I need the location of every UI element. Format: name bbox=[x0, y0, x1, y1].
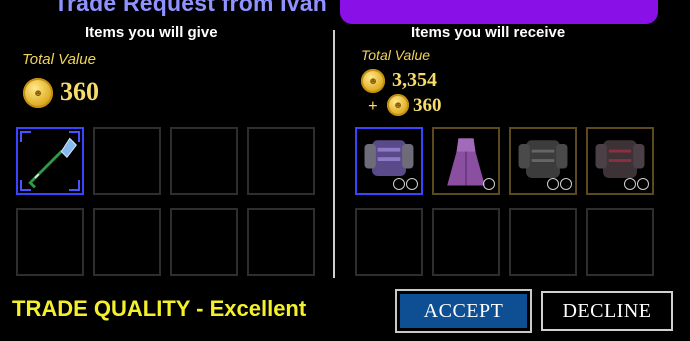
receive-total-label: Total Value bbox=[361, 47, 431, 63]
give-slot-3[interactable] bbox=[170, 127, 238, 195]
give-slot-6[interactable] bbox=[93, 208, 161, 276]
give-heading: Items you will give bbox=[85, 24, 218, 41]
give-slot-4[interactable] bbox=[247, 127, 315, 195]
receive-slot-4[interactable] bbox=[586, 127, 654, 195]
plus-sign: + bbox=[368, 96, 378, 115]
gold-coin-icon bbox=[361, 69, 385, 93]
receive-slot-5[interactable] bbox=[355, 208, 423, 276]
trade-quality: TRADE QUALITY - Excellent bbox=[12, 296, 307, 321]
receive-slot-3[interactable] bbox=[509, 127, 577, 195]
give-slot-1[interactable] bbox=[16, 127, 84, 195]
receive-slot-2[interactable] bbox=[432, 127, 500, 195]
gold-coin-icon bbox=[23, 78, 53, 108]
decline-button[interactable]: DECLINE bbox=[541, 291, 673, 331]
give-slot-7[interactable] bbox=[170, 208, 238, 276]
rarity-rings-icon bbox=[624, 178, 649, 190]
give-slot-2[interactable] bbox=[93, 127, 161, 195]
gold-coin-icon bbox=[387, 94, 409, 116]
rarity-rings-icon bbox=[547, 178, 572, 190]
receive-item-value: 3,354 bbox=[392, 69, 437, 91]
receive-slot-6[interactable] bbox=[432, 208, 500, 276]
give-total-label: Total Value bbox=[22, 51, 96, 68]
receive-coin-value: 360 bbox=[413, 95, 442, 116]
shovel-icon bbox=[28, 137, 77, 189]
receive-heading: Items you will receive bbox=[411, 24, 566, 41]
redacted-bar bbox=[340, 0, 658, 24]
trade-title: Trade Request from Ivan bbox=[54, 0, 328, 16]
give-slot-5[interactable] bbox=[16, 208, 84, 276]
receive-slot-8[interactable] bbox=[586, 208, 654, 276]
panel-divider bbox=[333, 30, 335, 278]
give-total-value: 360 bbox=[60, 77, 99, 106]
receive-slot-1[interactable] bbox=[355, 127, 423, 195]
give-slot-8[interactable] bbox=[247, 208, 315, 276]
rarity-rings-icon bbox=[483, 178, 495, 190]
receive-slot-7[interactable] bbox=[509, 208, 577, 276]
rarity-rings-icon bbox=[393, 178, 418, 190]
accept-button[interactable]: ACCEPT bbox=[395, 289, 532, 333]
